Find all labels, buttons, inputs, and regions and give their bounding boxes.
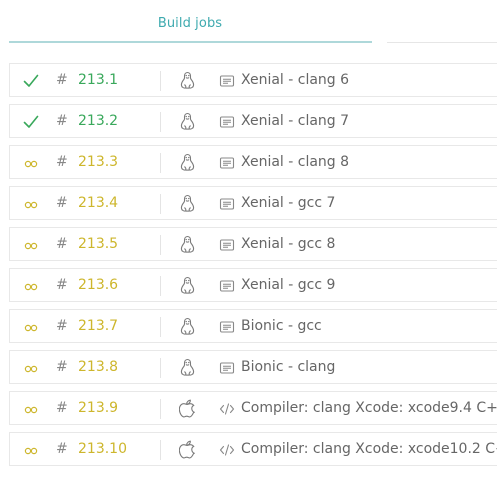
env-icon xyxy=(219,155,235,171)
row-divider xyxy=(160,440,161,460)
hash-icon: # xyxy=(56,154,68,170)
hash-icon: # xyxy=(56,195,68,211)
code-icon xyxy=(219,442,235,458)
tab-divider xyxy=(387,42,497,43)
job-number-value: 213.2 xyxy=(78,113,119,129)
code-icon xyxy=(219,401,235,417)
job-row[interactable]: #213.10 Compiler: clang Xcode: xcode10.2 … xyxy=(9,432,497,466)
job-row[interactable]: #213.8 Bionic - clang xyxy=(9,350,497,384)
job-name: Xenial - gcc 7 xyxy=(241,195,336,211)
job-row[interactable]: #213.1 Xenial - clang 6 xyxy=(9,63,497,97)
job-row[interactable]: #213.5 Xenial - gcc 8 xyxy=(9,227,497,261)
created-status-icon xyxy=(23,155,39,171)
tab-active-underline xyxy=(9,41,372,43)
job-number-value: 213.5 xyxy=(78,236,119,252)
job-list: #213.1 Xenial - clang 6 #213.2 Xenial - cla… xyxy=(9,63,497,473)
job-number-value: 213.6 xyxy=(78,277,119,293)
job-number[interactable]: #213.10 xyxy=(56,441,127,457)
hash-icon: # xyxy=(56,359,68,375)
created-status-icon xyxy=(23,319,39,335)
job-number[interactable]: #213.4 xyxy=(56,195,118,211)
job-row[interactable]: #213.2 Xenial - clang 7 xyxy=(9,104,497,138)
linux-icon xyxy=(179,112,196,131)
job-number[interactable]: #213.7 xyxy=(56,318,118,334)
row-divider xyxy=(160,112,161,132)
hash-icon: # xyxy=(56,113,68,129)
row-divider xyxy=(160,358,161,378)
job-number-value: 213.10 xyxy=(78,441,127,457)
env-icon xyxy=(219,278,235,294)
created-status-icon xyxy=(23,196,39,212)
hash-icon: # xyxy=(56,236,68,252)
check-icon xyxy=(23,114,39,130)
hash-icon: # xyxy=(56,318,68,334)
hash-icon: # xyxy=(56,400,68,416)
job-number[interactable]: #213.9 xyxy=(56,400,118,416)
hash-icon: # xyxy=(56,441,68,457)
row-divider xyxy=(160,317,161,337)
apple-icon xyxy=(178,399,196,418)
created-status-icon xyxy=(23,442,39,458)
job-row[interactable]: #213.4 Xenial - gcc 7 xyxy=(9,186,497,220)
job-number-value: 213.4 xyxy=(78,195,119,211)
created-status-icon xyxy=(23,360,39,376)
job-number[interactable]: #213.5 xyxy=(56,236,118,252)
linux-icon xyxy=(179,194,196,213)
job-name: Xenial - clang 8 xyxy=(241,154,350,170)
job-name: Bionic - gcc xyxy=(241,318,322,334)
env-icon xyxy=(219,360,235,376)
job-number[interactable]: #213.1 xyxy=(56,72,118,88)
check-icon xyxy=(23,73,39,89)
linux-icon xyxy=(179,153,196,172)
job-number-value: 213.9 xyxy=(78,400,119,416)
job-name: Xenial - gcc 8 xyxy=(241,236,336,252)
linux-icon xyxy=(179,235,196,254)
job-number-value: 213.8 xyxy=(78,359,119,375)
job-name: Compiler: clang Xcode: xcode10.2 C++ xyxy=(241,441,497,457)
job-name: Bionic - clang xyxy=(241,359,336,375)
created-status-icon xyxy=(23,401,39,417)
created-status-icon xyxy=(23,237,39,253)
tab-build-jobs[interactable]: Build jobs xyxy=(0,16,380,31)
job-row[interactable]: #213.9 Compiler: clang Xcode: xcode9.4 C+… xyxy=(9,391,497,425)
job-name: Xenial - clang 6 xyxy=(241,72,350,88)
linux-icon xyxy=(179,276,196,295)
job-row[interactable]: #213.6 Xenial - gcc 9 xyxy=(9,268,497,302)
row-divider xyxy=(160,194,161,214)
job-number[interactable]: #213.2 xyxy=(56,113,118,129)
linux-icon xyxy=(179,358,196,377)
hash-icon: # xyxy=(56,72,68,88)
job-row[interactable]: #213.3 Xenial - clang 8 xyxy=(9,145,497,179)
env-icon xyxy=(219,237,235,253)
row-divider xyxy=(160,71,161,91)
linux-icon xyxy=(179,71,196,90)
tab-bar: Build jobs xyxy=(0,0,497,48)
apple-icon xyxy=(178,440,196,459)
row-divider xyxy=(160,399,161,419)
env-icon xyxy=(219,114,235,130)
job-name: Compiler: clang Xcode: xcode9.4 C++ xyxy=(241,400,497,416)
env-icon xyxy=(219,319,235,335)
job-number-value: 213.7 xyxy=(78,318,119,334)
job-row[interactable]: #213.7 Bionic - gcc xyxy=(9,309,497,343)
job-number[interactable]: #213.6 xyxy=(56,277,118,293)
hash-icon: # xyxy=(56,277,68,293)
row-divider xyxy=(160,153,161,173)
job-number-value: 213.1 xyxy=(78,72,119,88)
job-number-value: 213.3 xyxy=(78,154,119,170)
row-divider xyxy=(160,235,161,255)
row-divider xyxy=(160,276,161,296)
linux-icon xyxy=(179,317,196,336)
env-icon xyxy=(219,196,235,212)
job-name: Xenial - gcc 9 xyxy=(241,277,336,293)
job-number[interactable]: #213.3 xyxy=(56,154,118,170)
job-number[interactable]: #213.8 xyxy=(56,359,118,375)
created-status-icon xyxy=(23,278,39,294)
env-icon xyxy=(219,73,235,89)
job-name: Xenial - clang 7 xyxy=(241,113,350,129)
